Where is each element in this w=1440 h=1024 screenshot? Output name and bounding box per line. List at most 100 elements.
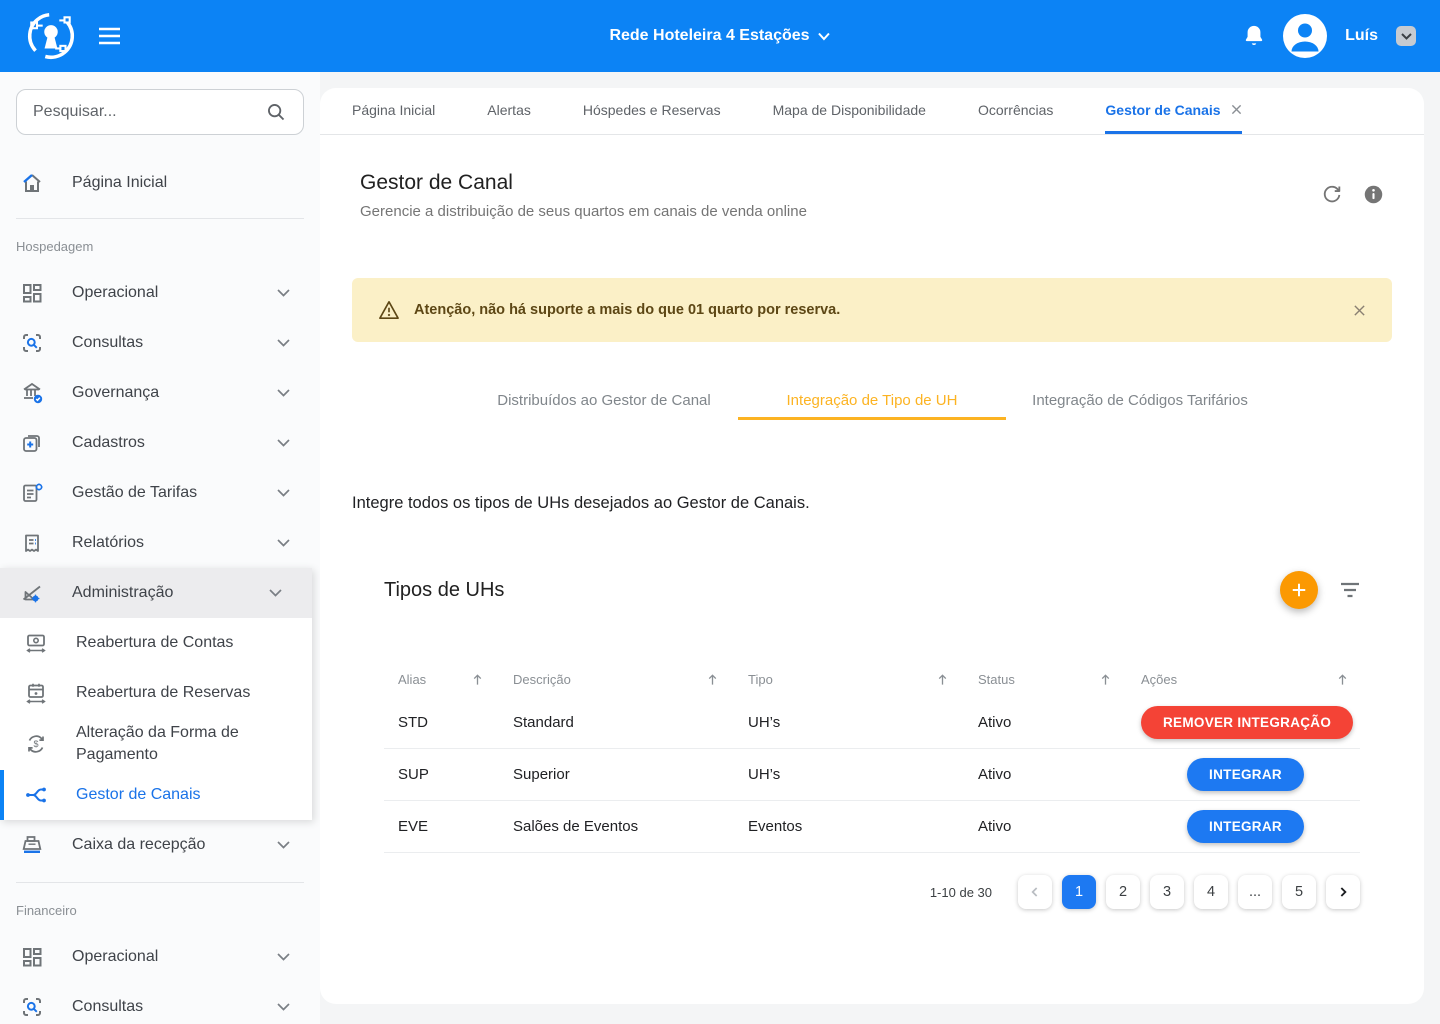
tab-pagina-inicial[interactable]: Página Inicial [352, 88, 435, 134]
tab-hospedes-e-reservas[interactable]: Hóspedes e Reservas [583, 88, 721, 134]
chevron-down-icon [277, 841, 290, 849]
subtab-integracao-codigos[interactable]: Integração de Códigos Tarifários [1006, 384, 1274, 420]
subtab-distribuidos[interactable]: Distribuídos ao Gestor de Canal [470, 384, 738, 420]
hotel-selector[interactable]: Rede Hoteleira 4 Estações [609, 27, 830, 45]
chevron-down-icon [277, 489, 290, 497]
search-input[interactable] [33, 103, 265, 121]
banknote-arrows-icon [24, 631, 48, 655]
scan-search-icon [20, 995, 44, 1019]
payment-refresh-icon: $ [24, 732, 48, 756]
sidebar-item-label: Reabertura de Reservas [76, 682, 250, 704]
section-title: Tipos de UHs [384, 579, 504, 602]
tab-mapa-de-disponibilidade[interactable]: Mapa de Disponibilidade [773, 88, 926, 134]
cell-status: Ativo [978, 766, 1141, 783]
sidebar-item-gestor-de-canais[interactable]: Gestor de Canais [0, 770, 312, 820]
document-gear-icon [20, 481, 44, 505]
sidebar-item-relatorios[interactable]: Relatórios [0, 518, 320, 568]
close-alert-icon[interactable] [1353, 304, 1366, 317]
cell-status: Ativo [978, 818, 1141, 835]
sidebar-item-financeiro-operacional[interactable]: Operacional [0, 932, 320, 982]
subtab-integracao-tipo-uh[interactable]: Integração de Tipo de UH [738, 384, 1006, 420]
cell-alias: EVE [398, 818, 513, 835]
sidebar: Página Inicial Hospedagem Operacional Co… [0, 72, 320, 1024]
sidebar-section-hospedagem: Hospedagem [0, 231, 320, 268]
integrate-button[interactable]: INTEGRAR [1187, 810, 1304, 843]
warning-message: Atenção, não há suporte a mais do que 01… [414, 302, 840, 318]
close-tab-icon[interactable] [1231, 104, 1242, 115]
sidebar-section-financeiro: Financeiro [0, 895, 320, 932]
avatar[interactable] [1283, 14, 1327, 58]
hamburger-menu-icon[interactable] [98, 27, 121, 45]
sidebar-item-cadastros[interactable]: Cadastros [0, 418, 320, 468]
add-button[interactable] [1280, 571, 1318, 609]
subtab-label: Integração de Tipo de UH [787, 392, 958, 409]
sidebar-item-pagina-inicial[interactable]: Página Inicial [0, 160, 320, 206]
sidebar-item-alteracao-forma-pagamento[interactable]: $ Alteração da Forma de Pagamento [0, 718, 312, 770]
sidebar-item-gestao-de-tarifas[interactable]: Gestão de Tarifas [0, 468, 320, 518]
integrate-button[interactable]: INTEGRAR [1187, 758, 1304, 791]
tab-label: Página Inicial [352, 102, 435, 118]
column-label: Alias [398, 672, 426, 687]
sidebar-item-label: Relatórios [72, 534, 144, 552]
sidebar-item-label: Operacional [72, 284, 158, 302]
sidebar-item-label: Operacional [72, 948, 158, 966]
sidebar-item-financeiro-consultas[interactable]: Consultas [0, 982, 320, 1024]
user-menu-chevron-icon[interactable] [1396, 26, 1416, 46]
sort-up-icon[interactable] [935, 672, 950, 687]
page-button-2[interactable]: 2 [1106, 875, 1140, 909]
sidebar-item-operacional[interactable]: Operacional [0, 268, 320, 318]
cell-descricao: Standard [513, 714, 748, 731]
bank-check-icon [20, 381, 44, 405]
page-button-1[interactable]: 1 [1062, 875, 1096, 909]
sidebar-item-governanca[interactable]: Governança [0, 368, 320, 418]
sort-up-icon[interactable] [1335, 672, 1350, 687]
prev-page-button[interactable] [1018, 875, 1052, 909]
tab-gestor-de-canais[interactable]: Gestor de Canais [1105, 88, 1241, 134]
admin-group: Administração Reabertura de Contas Reabe… [0, 568, 312, 820]
main-area: Página Inicial Alertas Hóspedes e Reserv… [320, 72, 1440, 1024]
sort-up-icon[interactable] [470, 672, 485, 687]
info-icon[interactable] [1363, 184, 1384, 205]
remove-integration-button[interactable]: REMOVER INTEGRAÇÃO [1141, 706, 1353, 739]
notifications-bell-icon[interactable] [1243, 24, 1265, 48]
page-button-4[interactable]: 4 [1194, 875, 1228, 909]
tab-label: Mapa de Disponibilidade [773, 102, 926, 118]
page-button-3[interactable]: 3 [1150, 875, 1184, 909]
column-label: Descrição [513, 672, 571, 687]
sidebar-item-caixa-da-recepcao[interactable]: Caixa da recepção [0, 820, 320, 870]
column-header-acoes[interactable]: Ações [1141, 672, 1360, 687]
page-button-5[interactable]: 5 [1282, 875, 1316, 909]
sidebar-item-label: Governança [72, 384, 159, 402]
calendar-arrows-icon [24, 681, 48, 705]
sidebar-item-administracao[interactable]: Administração [0, 568, 312, 618]
sidebar-item-label: Consultas [72, 998, 143, 1016]
column-header-alias[interactable]: Alias [398, 672, 513, 687]
cell-status: Ativo [978, 714, 1141, 731]
sidebar-search[interactable] [16, 89, 304, 135]
sidebar-item-reabertura-de-reservas[interactable]: Reabertura de Reservas [0, 668, 312, 718]
column-header-status[interactable]: Status [978, 672, 1141, 687]
column-header-tipo[interactable]: Tipo [748, 672, 978, 687]
cell-alias: STD [398, 714, 513, 731]
tab-ocorrencias[interactable]: Ocorrências [978, 88, 1053, 134]
table-header: Alias Descrição Tipo Status [384, 661, 1360, 697]
table-row: STD Standard UH’s Ativo REMOVER INTEGRAÇ… [384, 697, 1360, 749]
cash-register-icon [20, 833, 44, 857]
column-header-descricao[interactable]: Descrição [513, 672, 748, 687]
next-page-button[interactable] [1326, 875, 1360, 909]
sidebar-item-reabertura-de-contas[interactable]: Reabertura de Contas [0, 618, 312, 668]
subtab-label: Distribuídos ao Gestor de Canal [497, 392, 710, 409]
sort-up-icon[interactable] [1098, 672, 1113, 687]
page-button-ellipsis[interactable]: ... [1238, 875, 1272, 909]
refresh-icon[interactable] [1321, 183, 1343, 205]
sidebar-item-consultas[interactable]: Consultas [0, 318, 320, 368]
chevron-down-icon [277, 439, 290, 447]
search-icon[interactable] [265, 101, 287, 123]
table-row: EVE Salões de Eventos Eventos Ativo INTE… [384, 801, 1360, 853]
table-row: SUP Superior UH’s Ativo INTEGRAR [384, 749, 1360, 801]
tab-alertas[interactable]: Alertas [487, 88, 531, 134]
sort-up-icon[interactable] [705, 672, 720, 687]
chevron-down-icon [277, 953, 290, 961]
filter-icon[interactable] [1340, 582, 1360, 598]
top-bar: Rede Hoteleira 4 Estações Luís [0, 0, 1440, 72]
